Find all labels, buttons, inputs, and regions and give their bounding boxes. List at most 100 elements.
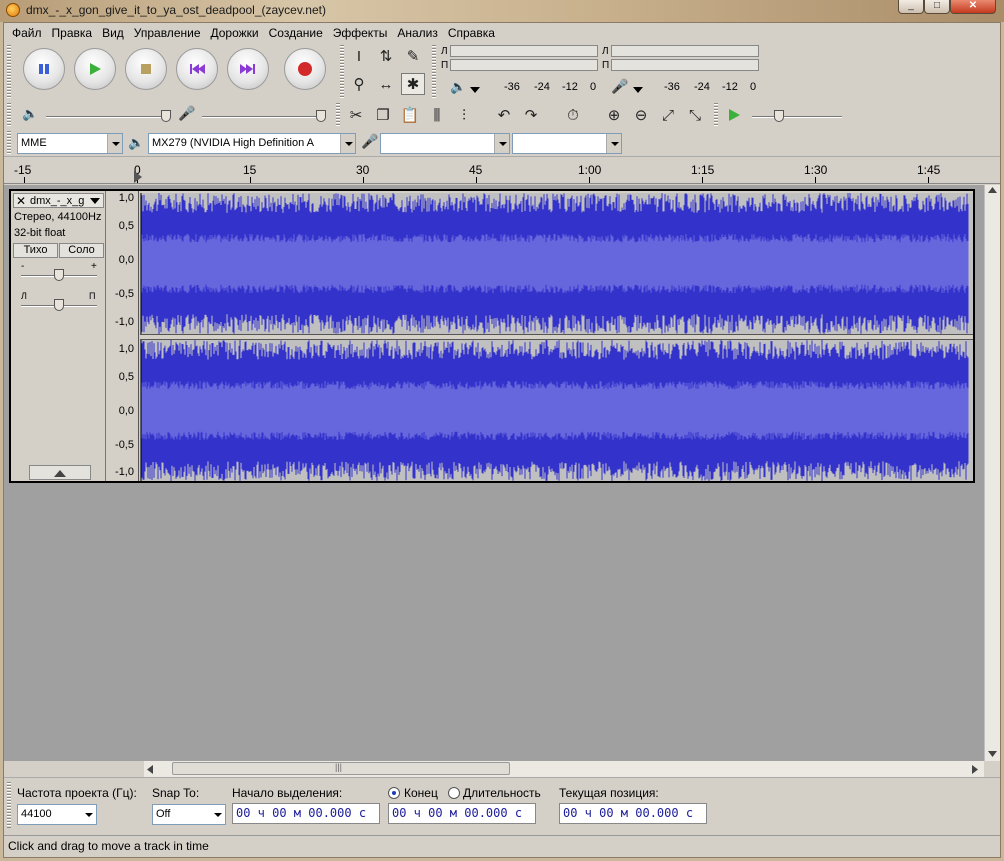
meter-grip[interactable] [432, 45, 436, 99]
record-meter-left[interactable] [611, 45, 759, 57]
collapse-track-button[interactable] [29, 465, 91, 480]
track-name-menu[interactable]: ✕ dmx_-_x_g [13, 193, 104, 208]
playback-meter-right[interactable] [450, 59, 598, 71]
time-shift-tool-icon[interactable]: ↔ [374, 73, 398, 95]
snap-to-value: Off [156, 808, 171, 820]
selection-grip[interactable] [7, 782, 11, 828]
input-volume-slider[interactable] [202, 116, 326, 118]
menu-bar: Файл Правка Вид Управление Дорожки Созда… [4, 23, 1000, 43]
meter-right-label: П [441, 60, 449, 71]
toolbar-grip[interactable] [7, 45, 11, 99]
play-speed-thumb[interactable] [774, 110, 784, 122]
pan-slider-thumb[interactable] [54, 299, 64, 311]
device-grip[interactable] [7, 131, 11, 155]
play-at-speed-grip[interactable] [714, 103, 718, 127]
track-format: Стерео, 44100Hz [14, 211, 102, 223]
playback-meter-left[interactable] [450, 45, 598, 57]
output-volume-slider[interactable] [46, 116, 170, 118]
draw-tool-icon[interactable]: ✎ [401, 45, 425, 67]
audio-position-time[interactable]: 00 ч 00 м 00.000 с [559, 803, 707, 824]
scroll-down-icon[interactable] [988, 751, 997, 757]
output-device-select[interactable]: MX279 (NVIDIA High Definition A [148, 133, 356, 154]
waveform-left-channel[interactable] [140, 193, 973, 334]
solo-button[interactable]: Соло [59, 243, 104, 258]
end-radio[interactable] [388, 787, 400, 799]
menu-analyze[interactable]: Анализ [392, 26, 443, 40]
redo-icon[interactable]: ↷ [519, 104, 543, 126]
scroll-up-icon[interactable] [988, 187, 997, 193]
vertical-scrollbar[interactable] [984, 185, 1000, 761]
selection-end-time[interactable]: 00 ч 00 м 00.000 с [388, 803, 536, 824]
trim-icon[interactable]: ⫼ [425, 104, 449, 126]
menu-effects[interactable]: Эффекты [328, 26, 393, 40]
stop-icon [141, 64, 151, 74]
play-at-speed-button[interactable] [722, 104, 746, 126]
input-device-select[interactable] [380, 133, 510, 154]
mute-button[interactable]: Тихо [13, 243, 58, 258]
pause-icon [39, 64, 49, 74]
multi-tool-icon[interactable]: ✱ [401, 73, 425, 95]
envelope-tool-icon[interactable]: ⇅ [374, 45, 398, 67]
zoom-in-icon[interactable]: ⊕ [602, 104, 626, 126]
edit-grip[interactable] [336, 103, 340, 127]
zoom-tool-icon[interactable]: ⚲ [347, 73, 371, 95]
fit-project-icon[interactable]: ⤡ [683, 104, 707, 126]
waveform-right-channel[interactable] [140, 340, 973, 481]
selection-start-time[interactable]: 00 ч 00 м 00.000 с [232, 803, 380, 824]
scroll-left-icon[interactable] [147, 765, 153, 774]
skip-to-end-button[interactable] [227, 48, 269, 90]
rec-meter-right-label: П [602, 60, 610, 71]
gain-slider-thumb[interactable] [54, 269, 64, 281]
audacity-window: Файл Правка Вид Управление Дорожки Созда… [3, 22, 1001, 858]
input-volume-thumb[interactable] [316, 110, 326, 122]
menu-tracks[interactable]: Дорожки [206, 26, 264, 40]
minimize-button[interactable]: _ [898, 0, 924, 14]
amp-label: 1,0 [118, 192, 134, 204]
audio-track[interactable]: ✕ dmx_-_x_g Стерео, 44100Hz 32-bit float… [9, 189, 975, 483]
fit-selection-icon[interactable]: ⤢ [656, 104, 680, 126]
menu-file[interactable]: Файл [7, 26, 47, 40]
cut-icon[interactable]: ✂ [344, 104, 368, 126]
menu-generate[interactable]: Создание [264, 26, 328, 40]
zoom-out-icon[interactable]: ⊖ [629, 104, 653, 126]
tracks-panel[interactable]: ✕ dmx_-_x_g Стерео, 44100Hz 32-bit float… [4, 185, 984, 761]
play-tick-0: 0 [590, 81, 597, 93]
play-button[interactable] [74, 48, 116, 90]
skip-to-start-button[interactable] [176, 48, 218, 90]
menu-view[interactable]: Вид [97, 26, 129, 40]
horizontal-scroll-thumb[interactable]: ||| [172, 762, 510, 775]
playback-meter-menu[interactable] [468, 83, 482, 95]
play-speed-slider[interactable] [752, 116, 842, 118]
snap-to-select[interactable]: Off [152, 804, 226, 825]
maximize-button[interactable]: □ [924, 0, 950, 14]
mixer-grip[interactable] [7, 103, 11, 127]
record-meter-right[interactable] [611, 59, 759, 71]
copy-icon[interactable]: ❐ [371, 104, 395, 126]
tools-grip[interactable] [340, 45, 344, 99]
paste-icon[interactable]: 📋 [398, 104, 422, 126]
record-button[interactable] [284, 48, 326, 90]
ruler-tick [250, 177, 251, 183]
menu-edit[interactable]: Правка [47, 26, 98, 40]
undo-icon[interactable]: ↶ [492, 104, 516, 126]
close-button[interactable]: ✕ [950, 0, 996, 14]
scroll-right-icon[interactable] [972, 765, 978, 774]
stop-button[interactable] [125, 48, 167, 90]
amplitude-ruler[interactable]: 1,0 0,5 0,0 -0,5 -1,0 1,0 0,5 0,0 -0,5 -… [107, 191, 139, 481]
audio-host-select[interactable]: MME [17, 133, 123, 154]
project-rate-select[interactable]: 44100 [17, 804, 97, 825]
status-text: Click and drag to move a track in time [8, 839, 209, 853]
selection-tool-icon[interactable]: I [347, 45, 371, 67]
pause-button[interactable] [23, 48, 65, 90]
sync-lock-icon[interactable]: ⏱ [561, 104, 585, 126]
input-channels-select[interactable] [512, 133, 622, 154]
horizontal-scrollbar[interactable]: ||| [144, 761, 984, 777]
track-close-icon[interactable]: ✕ [16, 194, 26, 208]
menu-help[interactable]: Справка [443, 26, 500, 40]
silence-icon[interactable]: ⫶ [452, 104, 476, 126]
output-volume-thumb[interactable] [161, 110, 171, 122]
length-radio[interactable] [448, 787, 460, 799]
menu-transport[interactable]: Управление [129, 26, 206, 40]
timeline-ruler[interactable]: -15 0 15 30 45 1:00 1:15 1:30 1:45 [4, 156, 1000, 184]
record-meter-menu[interactable] [631, 83, 645, 95]
